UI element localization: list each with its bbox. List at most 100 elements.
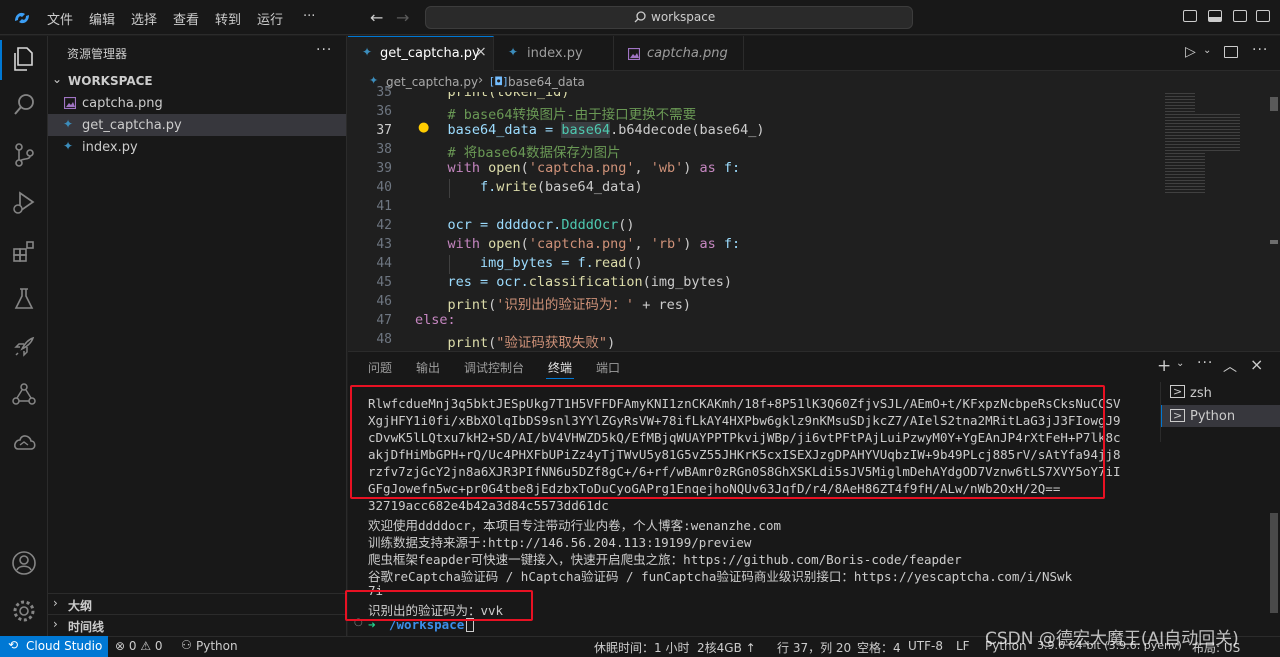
tree-item-label: captcha.png xyxy=(82,96,163,111)
scrollbar-thumb[interactable] xyxy=(1270,97,1278,111)
back-arrow-icon[interactable]: ← xyxy=(370,8,383,27)
image-file-icon xyxy=(64,97,76,109)
selection-indicator xyxy=(1161,405,1162,427)
image-file-icon xyxy=(628,48,640,60)
extensions-icon[interactable] xyxy=(12,240,36,264)
chevron-right-icon: › xyxy=(478,73,484,88)
outline-section-header[interactable]: 大纲 xyxy=(68,597,92,614)
code-line-39: with open('captcha.png', 'wb') as f: xyxy=(415,160,741,176)
divider xyxy=(48,593,347,594)
testing-flask-icon[interactable] xyxy=(13,287,35,311)
chevron-down-icon[interactable]: ⌄ xyxy=(1176,358,1184,369)
breadcrumb-symbol[interactable]: base64_data xyxy=(508,75,585,89)
new-terminal-plus-icon[interactable]: + xyxy=(1157,356,1171,376)
search-view-icon[interactable] xyxy=(12,93,36,117)
toggle-secondary-sidebar-icon[interactable] xyxy=(1233,10,1247,22)
menu-edit[interactable]: 编辑 xyxy=(89,9,115,28)
machine-spec[interactable]: 2核4GB ↑ xyxy=(697,639,756,656)
maximize-panel-icon[interactable]: ︿ xyxy=(1223,356,1237,376)
chevron-down-icon[interactable]: ⌄ xyxy=(1203,45,1211,56)
tab-label: index.py xyxy=(527,46,583,61)
line-number: 35 xyxy=(376,85,392,100)
cloud-icon[interactable] xyxy=(11,432,37,452)
encoding[interactable]: UTF-8 xyxy=(908,639,943,653)
panel-tab-debug-console[interactable]: 调试控制台 xyxy=(464,359,524,376)
remote-label: Cloud Studio xyxy=(26,639,103,653)
remote-icon: ⟲ xyxy=(8,638,19,652)
remote-rocket-icon[interactable] xyxy=(12,335,36,359)
line-number: 43 xyxy=(376,237,392,252)
terminal-icon: > xyxy=(1170,409,1186,422)
code-line-47: else: xyxy=(415,312,456,328)
customize-layout-icon[interactable] xyxy=(1256,10,1270,22)
toggle-panel-icon[interactable] xyxy=(1208,10,1222,22)
split-editor-icon[interactable] xyxy=(1224,46,1238,58)
connections-icon[interactable] xyxy=(12,383,36,407)
line-number: 36 xyxy=(376,104,392,119)
editor-more-button[interactable]: ··· xyxy=(1252,42,1268,58)
run-debug-icon[interactable] xyxy=(12,190,36,214)
code-line-42: ocr = ddddocr.DdddOcr() xyxy=(415,217,635,233)
active-tab-indicator xyxy=(546,378,574,379)
code-line-36: # base64转换图片-由于接口更换不需要 xyxy=(415,107,697,123)
sidebar-more-button[interactable]: ··· xyxy=(316,42,332,58)
settings-gear-icon[interactable] xyxy=(11,598,37,624)
panel-more-button[interactable]: ··· xyxy=(1197,355,1213,371)
menu-run[interactable]: 运行 xyxy=(257,9,283,28)
tree-item-label: index.py xyxy=(82,140,138,155)
panel-tab-problems[interactable]: 问题 xyxy=(368,359,392,376)
panel-tab-ports[interactable]: 端口 xyxy=(596,359,620,376)
source-control-icon[interactable] xyxy=(13,142,35,168)
indent-guide xyxy=(449,179,450,198)
timeline-section-header[interactable]: 时间线 xyxy=(68,618,104,635)
workspace-folder-label[interactable]: WORKSPACE xyxy=(68,74,153,88)
indentation[interactable]: 空格：4 xyxy=(857,639,901,656)
code-line-43: with open('captcha.png', 'rb') as f: xyxy=(415,236,741,252)
cursor-position[interactable]: 行 37，列 20 xyxy=(777,639,851,656)
code-line-38: # 将base64数据保存为图片 xyxy=(415,145,621,161)
terminal-list-item-zsh[interactable]: zsh xyxy=(1190,386,1212,401)
line-number-active: 37 xyxy=(376,123,392,138)
problems-count[interactable]: ⊗ 0 ⚠ 0 xyxy=(115,639,163,653)
code-line-48: print("验证码获取失败") xyxy=(447,335,616,351)
terminal-list-item-python[interactable]: Python xyxy=(1190,409,1235,424)
chevron-right-icon[interactable]: › xyxy=(53,617,58,631)
line-number: 41 xyxy=(376,199,392,214)
python-file-icon: ✦ xyxy=(63,117,74,131)
menu-selection[interactable]: 选择 xyxy=(131,9,157,28)
sleep-time[interactable]: 休眠时间：1 小时 xyxy=(594,639,689,656)
panel-tab-terminal[interactable]: 终端 xyxy=(548,359,572,376)
terminal-line: 32719acc682e4b42a3d84c5573dd61dc xyxy=(368,498,609,513)
python-env[interactable]: Python xyxy=(196,639,238,653)
forward-arrow-icon[interactable]: → xyxy=(396,8,409,27)
code-line-45: res = ocr.classification(img_bytes) xyxy=(415,274,733,290)
line-number: 45 xyxy=(376,275,392,290)
menu-more[interactable]: ··· xyxy=(303,9,315,24)
panel-tab-output[interactable]: 输出 xyxy=(416,359,440,376)
chevron-right-icon[interactable]: › xyxy=(53,596,58,610)
end-of-line[interactable]: LF xyxy=(956,639,970,653)
python-file-icon: ✦ xyxy=(508,45,519,59)
line-number: 38 xyxy=(376,142,392,157)
tab-label: captcha.png xyxy=(647,46,728,61)
code-line-37: base64_data = base64.b64decode(base64_) xyxy=(415,122,765,138)
close-icon[interactable]: × xyxy=(475,44,487,60)
breadcrumb xyxy=(348,71,1280,93)
menu-view[interactable]: 查看 xyxy=(173,9,199,28)
search-text: workspace xyxy=(651,10,716,24)
run-file-play-icon[interactable]: ▷ xyxy=(1185,44,1196,60)
line-number: 47 xyxy=(376,313,392,328)
toggle-sidebar-icon[interactable] xyxy=(1183,10,1197,22)
terminal-scrollbar[interactable] xyxy=(1270,513,1278,613)
breadcrumb-file[interactable]: get_captcha.py xyxy=(386,75,478,89)
python-file-icon: ✦ xyxy=(63,139,74,153)
menu-go[interactable]: 转到 xyxy=(215,9,241,28)
code-line-46: print('识别出的验证码为：' + res) xyxy=(447,297,691,313)
python-env-icon: ⚇ xyxy=(181,638,192,652)
sidebar-title: 资源管理器 xyxy=(67,47,128,61)
explorer-icon[interactable] xyxy=(12,46,36,72)
chevron-down-icon[interactable]: ⌄ xyxy=(52,72,62,86)
menu-file[interactable]: 文件 xyxy=(47,9,73,28)
close-panel-icon[interactable]: × xyxy=(1250,355,1263,374)
account-icon[interactable] xyxy=(11,550,37,576)
